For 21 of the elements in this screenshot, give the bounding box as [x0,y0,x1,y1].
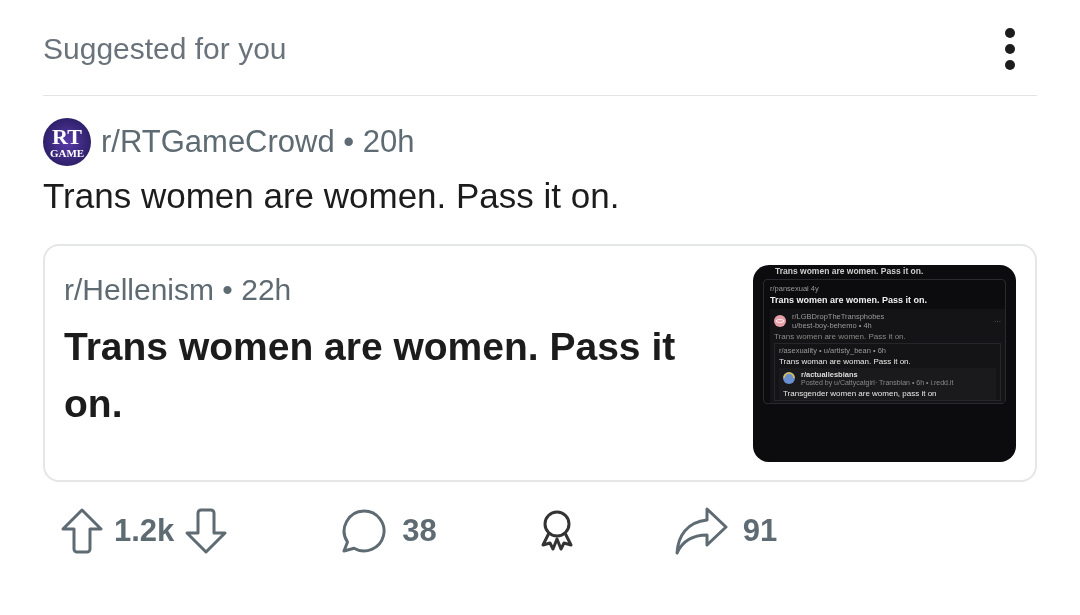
community-avatar[interactable]: RT GAME [43,118,91,166]
post-title[interactable]: Trans women are women. Pass it on. [43,176,1037,216]
crosspost-meta: r/Hellenism • 22h [64,273,293,307]
upvote-icon[interactable] [60,507,104,555]
crosspost-card[interactable] [43,244,1037,482]
thumbnail-text: Trans women are women. Pass it on. [770,295,929,305]
rainbow-avatar-icon [783,372,795,385]
crosspost-title: Trans women are women. Pass it on. [64,324,677,427]
more-options-icon[interactable] [1003,27,1017,71]
speech-bubble-icon [340,507,389,555]
thumbnail-text: Trans women are women. Pass it on. [774,332,907,341]
share-button[interactable]: 91 [672,506,778,556]
post-meta[interactable]: r/RTGameCrowd • 20h [101,124,415,160]
planet-avatar-icon [774,315,786,327]
downvote-icon[interactable] [184,507,229,555]
vote-count: 1.2k [114,513,175,549]
comments-button[interactable]: 38 [340,507,437,555]
thumbnail-text: Trans woman are woman. Pass it on. [779,357,912,366]
thumbnail-text: Trans women are women. Pass it on. [774,266,925,276]
section-title: Suggested for you [43,32,287,66]
thumbnail-text: Transgender women are women, pass it on [783,388,938,398]
